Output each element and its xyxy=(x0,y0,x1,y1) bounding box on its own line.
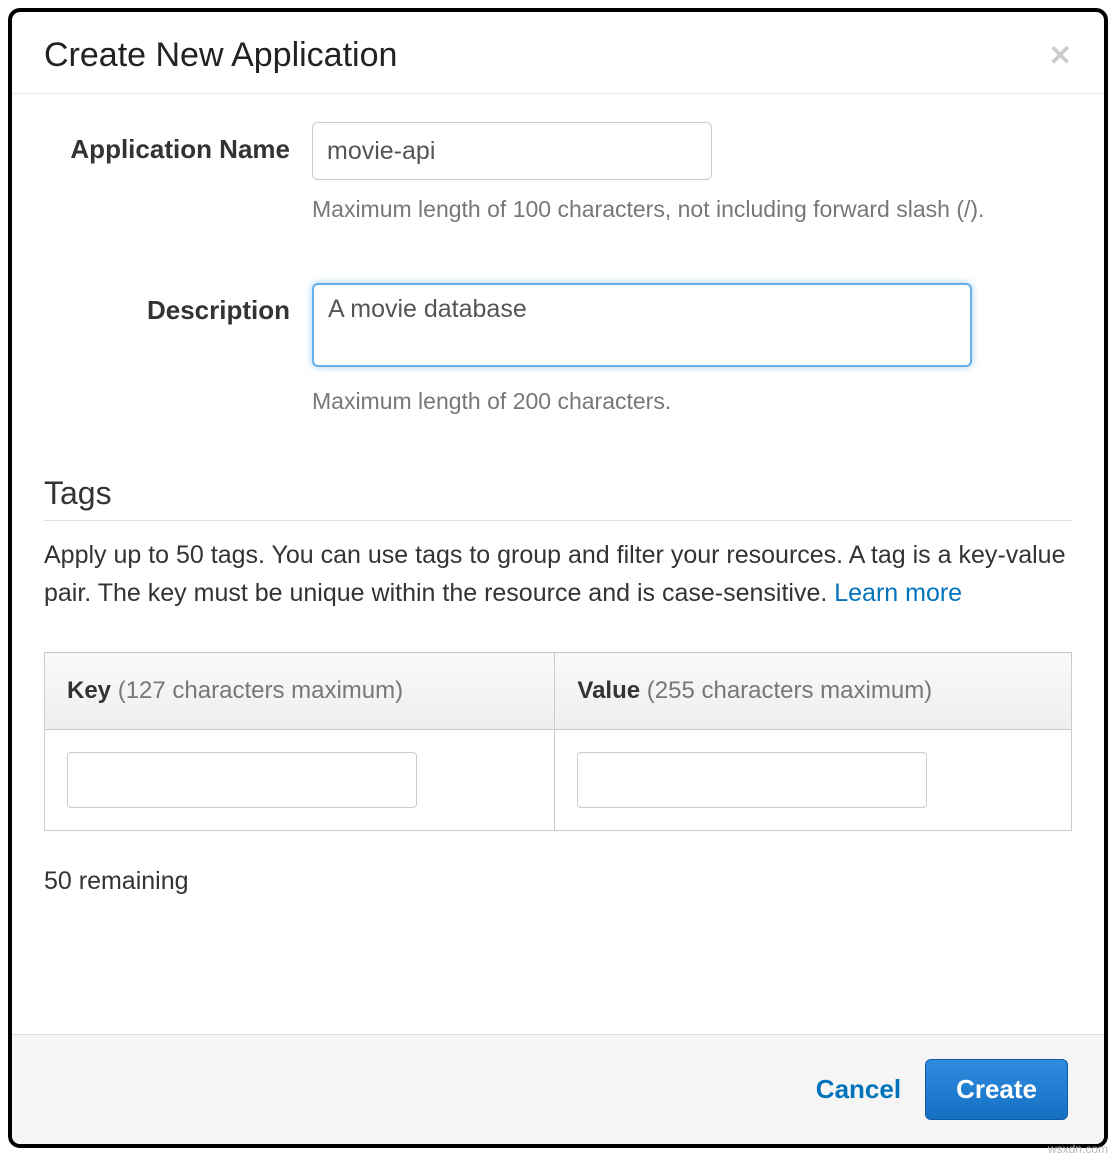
description-input[interactable] xyxy=(312,283,972,367)
modal-body: Application Name Maximum length of 100 c… xyxy=(12,94,1104,1034)
value-column-header: Value (255 characters maximum) xyxy=(555,653,1072,730)
key-column-header: Key (127 characters maximum) xyxy=(45,653,555,730)
description-help: Maximum length of 200 characters. xyxy=(312,388,1072,415)
value-cell xyxy=(555,730,1072,831)
description-row: Description Maximum length of 200 charac… xyxy=(44,283,1072,415)
table-row xyxy=(45,730,1072,831)
tags-header-row: Key (127 characters maximum) Value (255 … xyxy=(45,653,1072,730)
description-label: Description xyxy=(44,283,312,326)
app-name-help: Maximum length of 100 characters, not in… xyxy=(312,196,1072,223)
learn-more-link[interactable]: Learn more xyxy=(834,579,962,607)
tags-heading: Tags xyxy=(44,475,1072,521)
tag-value-input[interactable] xyxy=(577,752,927,808)
value-header-sub: (255 characters maximum) xyxy=(647,677,932,704)
modal-title: Create New Application xyxy=(44,36,397,75)
app-name-field-wrap: Maximum length of 100 characters, not in… xyxy=(312,122,1072,223)
watermark: wsxdn.com xyxy=(1048,1142,1108,1156)
tag-key-input[interactable] xyxy=(67,752,417,808)
modal-footer: Cancel Create xyxy=(12,1034,1104,1144)
tags-table: Key (127 characters maximum) Value (255 … xyxy=(44,652,1072,831)
key-header-label: Key xyxy=(67,677,118,704)
close-icon[interactable]: ✕ xyxy=(1049,42,1072,70)
app-name-row: Application Name Maximum length of 100 c… xyxy=(44,122,1072,223)
app-name-label: Application Name xyxy=(44,122,312,165)
create-application-modal: Create New Application ✕ Application Nam… xyxy=(8,8,1108,1148)
key-header-sub: (127 characters maximum) xyxy=(118,677,403,704)
cancel-button[interactable]: Cancel xyxy=(816,1074,901,1105)
tags-remaining: 50 remaining xyxy=(44,867,1072,896)
key-cell xyxy=(45,730,555,831)
tags-description: Apply up to 50 tags. You can use tags to… xyxy=(44,537,1072,612)
description-field-wrap: Maximum length of 200 characters. xyxy=(312,283,1072,415)
modal-header: Create New Application ✕ xyxy=(12,12,1104,94)
create-button[interactable]: Create xyxy=(925,1059,1068,1120)
value-header-label: Value xyxy=(577,677,646,704)
app-name-input[interactable] xyxy=(312,122,712,180)
